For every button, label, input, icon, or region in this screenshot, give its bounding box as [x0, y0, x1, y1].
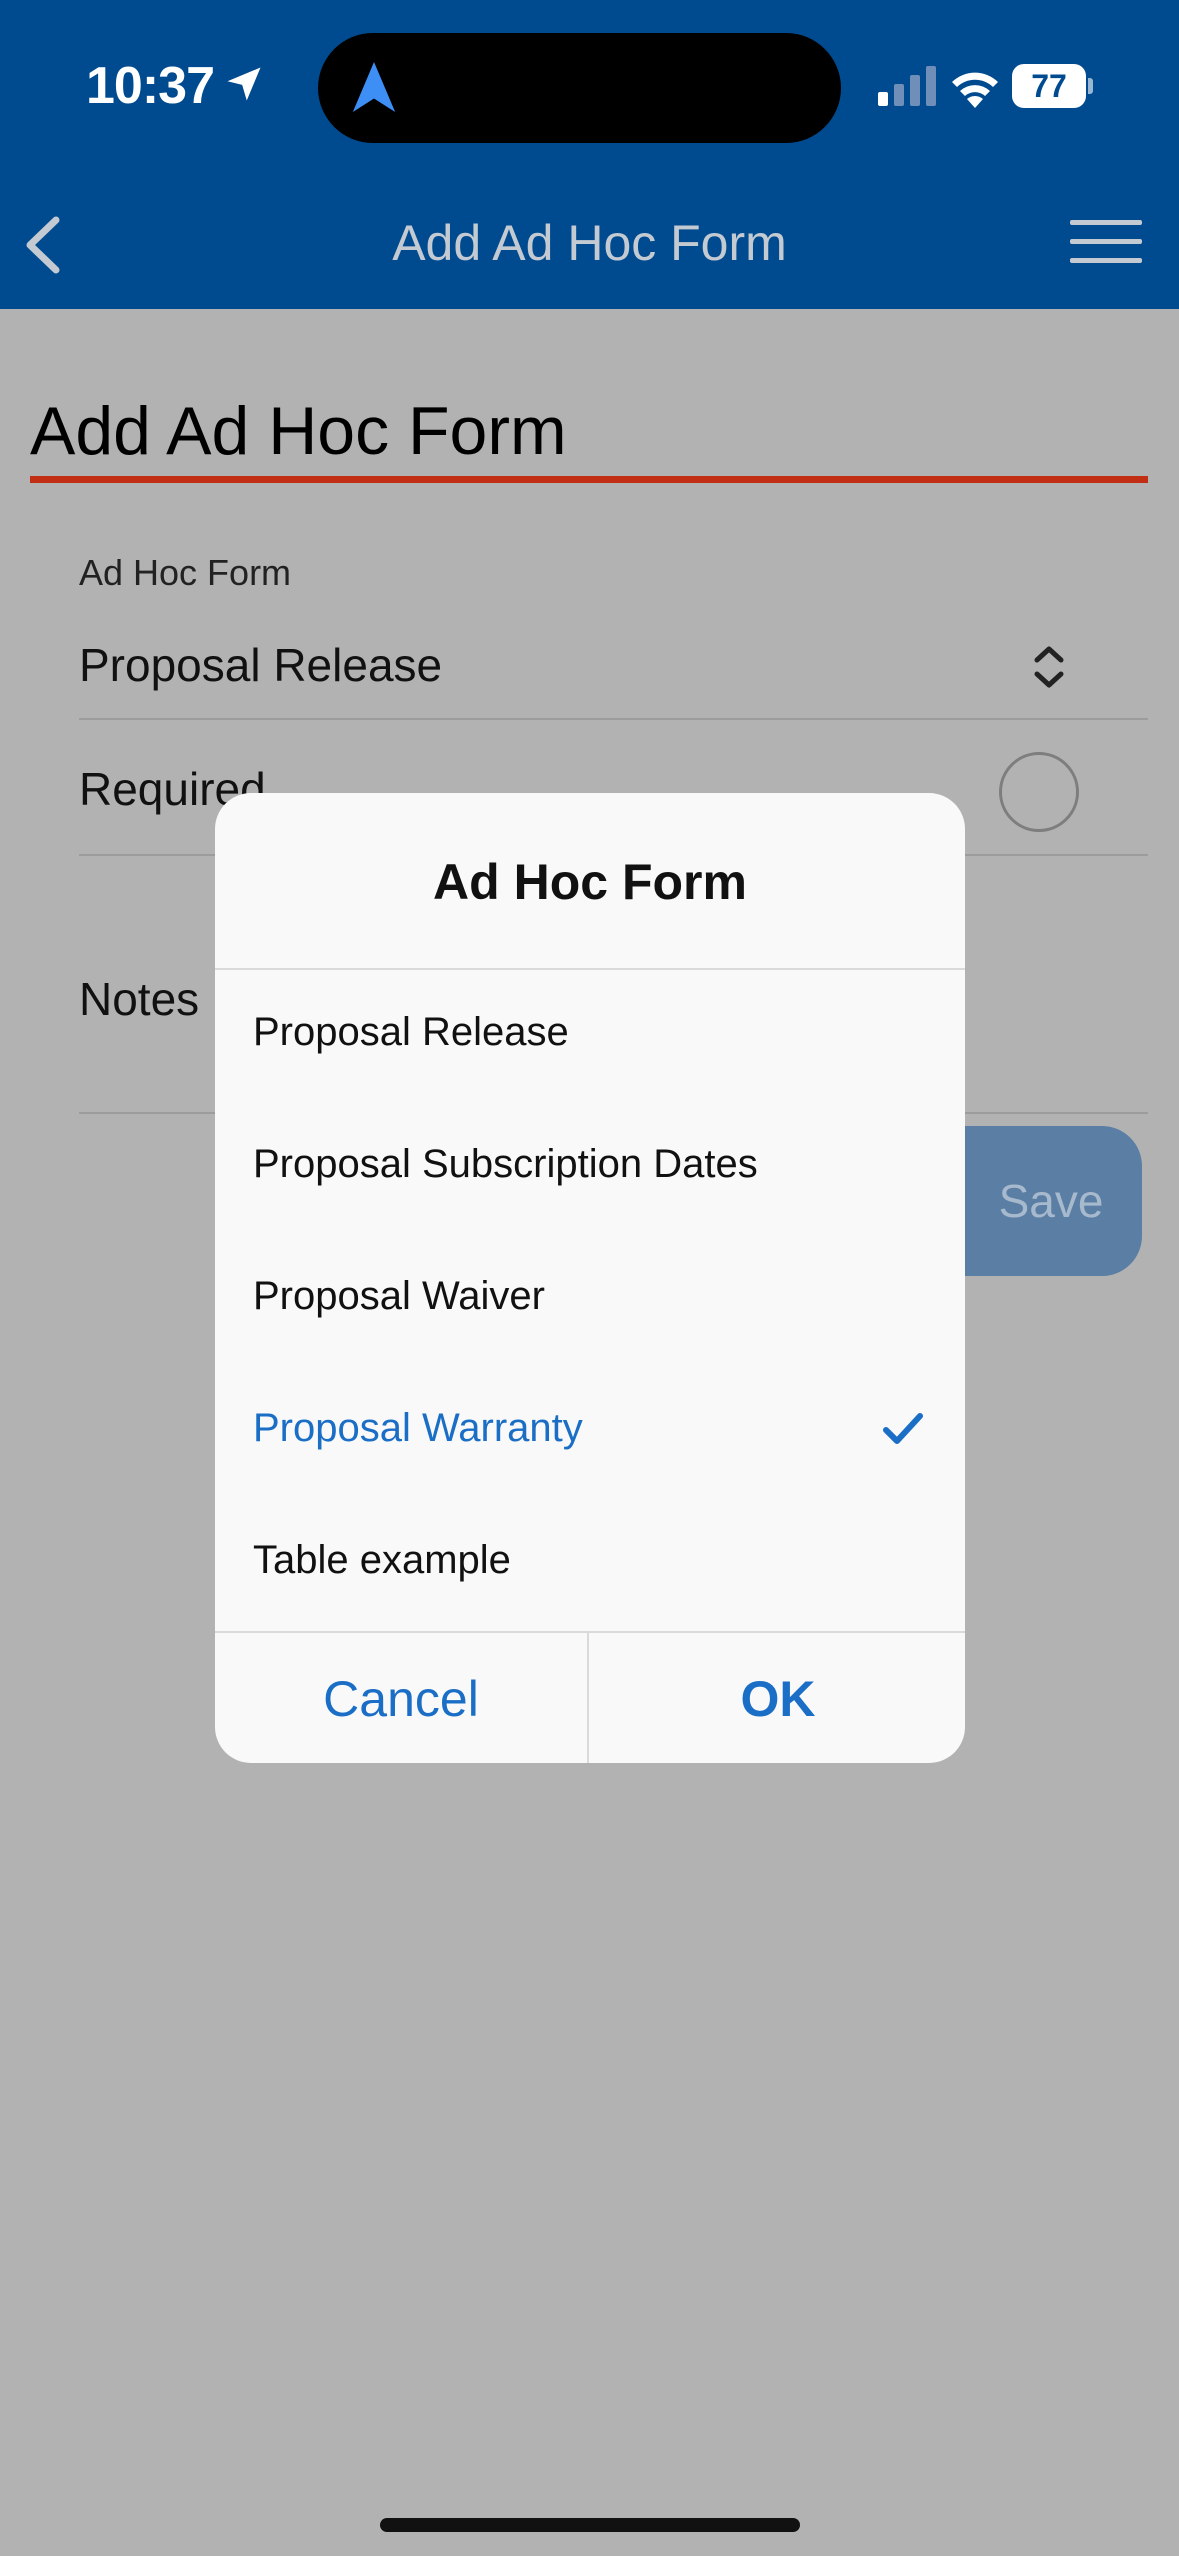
option-table-example[interactable]: Table example — [215, 1498, 965, 1630]
ad-hoc-form-label: Ad Hoc Form — [79, 552, 292, 593]
required-radio[interactable] — [999, 752, 1079, 832]
dialog-title: Ad Hoc Form — [215, 793, 965, 970]
cellular-signal-icon — [878, 66, 936, 106]
navigation-icon — [352, 62, 396, 112]
option-label: Proposal Subscription Dates — [253, 1142, 758, 1186]
ok-button[interactable]: OK — [591, 1633, 965, 1763]
option-proposal-warranty[interactable]: Proposal Warranty — [215, 1366, 965, 1498]
ad-hoc-form-select[interactable]: Proposal Release — [79, 610, 1148, 720]
location-arrow-icon — [227, 67, 261, 101]
ad-hoc-form-value: Proposal Release — [79, 639, 443, 691]
cancel-button[interactable]: Cancel — [215, 1633, 589, 1763]
dialog-actions: Cancel OK — [215, 1631, 965, 1763]
option-proposal-waiver[interactable]: Proposal Waiver — [215, 1234, 965, 1366]
chevron-up-down-icon — [1034, 646, 1064, 688]
nav-title: Add Ad Hoc Form — [392, 215, 787, 271]
status-time: 10:37 — [86, 57, 215, 115]
app-header: 10:37 77 Add Ad Hoc Form — [0, 0, 1179, 309]
page-title: Add Ad Hoc Form — [30, 393, 567, 469]
home-indicator[interactable] — [380, 2518, 800, 2532]
battery-level: 77 — [1012, 64, 1086, 108]
dynamic-island — [318, 33, 841, 143]
checkmark-icon — [883, 1413, 923, 1444]
option-label: Proposal Waiver — [253, 1274, 545, 1318]
option-proposal-subscription-dates[interactable]: Proposal Subscription Dates — [215, 1102, 965, 1234]
option-proposal-release[interactable]: Proposal Release — [215, 970, 965, 1102]
status-bar: 10:37 77 — [0, 0, 1179, 170]
battery-icon: 77 — [1012, 64, 1093, 108]
navigation-bar: Add Ad Hoc Form — [0, 190, 1179, 300]
option-label: Proposal Warranty — [253, 1406, 583, 1450]
title-underline — [30, 476, 1148, 483]
wifi-icon — [952, 72, 998, 108]
hamburger-menu-icon[interactable] — [1070, 220, 1142, 270]
notes-label: Notes — [79, 973, 200, 1025]
ad-hoc-form-picker-dialog: Ad Hoc Form Proposal Release Proposal Su… — [215, 793, 965, 1763]
option-label: Table example — [253, 1538, 511, 1582]
option-label: Proposal Release — [253, 1010, 569, 1054]
